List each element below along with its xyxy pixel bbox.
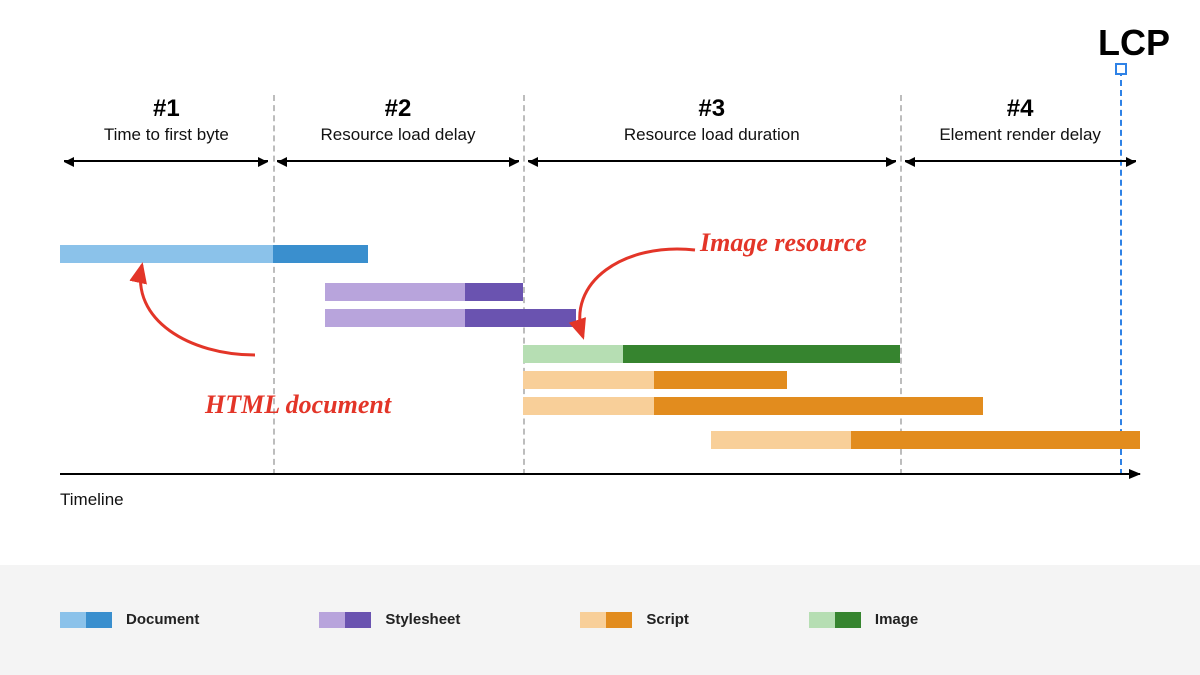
legend-label: Document xyxy=(126,611,199,628)
bar-script xyxy=(711,431,1140,449)
swatch-stylesheet xyxy=(319,612,371,628)
diagram-stage: LCP #1 Time to first byte #2 Resource lo… xyxy=(0,0,1200,675)
region-4: #4 Element render delay xyxy=(900,95,1140,145)
swatch-script xyxy=(580,612,632,628)
annotation-image-resource: Image resource xyxy=(700,228,867,258)
region-num: #4 xyxy=(900,95,1140,123)
legend-label: Script xyxy=(646,611,689,628)
region-label: Element render delay xyxy=(900,125,1140,145)
region-1: #1 Time to first byte xyxy=(60,95,273,145)
legend: Document Stylesheet Script Image xyxy=(0,565,1200,675)
region-num: #1 xyxy=(60,95,273,123)
phase-divider xyxy=(523,95,525,475)
timeline-axis xyxy=(60,473,1140,475)
lcp-label: LCP xyxy=(1098,22,1170,64)
region-num: #3 xyxy=(523,95,900,123)
bar-stylesheet xyxy=(325,309,577,327)
legend-label: Stylesheet xyxy=(385,611,460,628)
range-arrow xyxy=(64,160,268,162)
swatch-document xyxy=(60,612,112,628)
swatch-image xyxy=(809,612,861,628)
range-arrow xyxy=(277,160,519,162)
range-arrow xyxy=(905,160,1136,162)
annotation-arrow xyxy=(100,260,270,380)
region-num: #2 xyxy=(273,95,524,123)
legend-item-stylesheet: Stylesheet xyxy=(319,611,460,628)
legend-label: Image xyxy=(875,611,918,628)
legend-item-document: Document xyxy=(60,611,199,628)
region-3: #3 Resource load duration xyxy=(523,95,900,145)
region-label: Resource load delay xyxy=(273,125,524,145)
annotation-html-document: HTML document xyxy=(205,390,391,420)
legend-item-script: Script xyxy=(580,611,689,628)
bar-stylesheet xyxy=(325,283,524,301)
lcp-marker-handle xyxy=(1115,63,1127,75)
bar-script xyxy=(523,397,983,415)
region-2: #2 Resource load delay xyxy=(273,95,524,145)
phase-divider xyxy=(900,95,902,475)
timeline-axis-label: Timeline xyxy=(60,490,124,510)
bar-script xyxy=(523,371,787,389)
legend-item-image: Image xyxy=(809,611,918,628)
annotation-arrow xyxy=(555,242,715,352)
region-label: Time to first byte xyxy=(60,125,273,145)
range-arrow xyxy=(528,160,896,162)
region-label: Resource load duration xyxy=(523,125,900,145)
